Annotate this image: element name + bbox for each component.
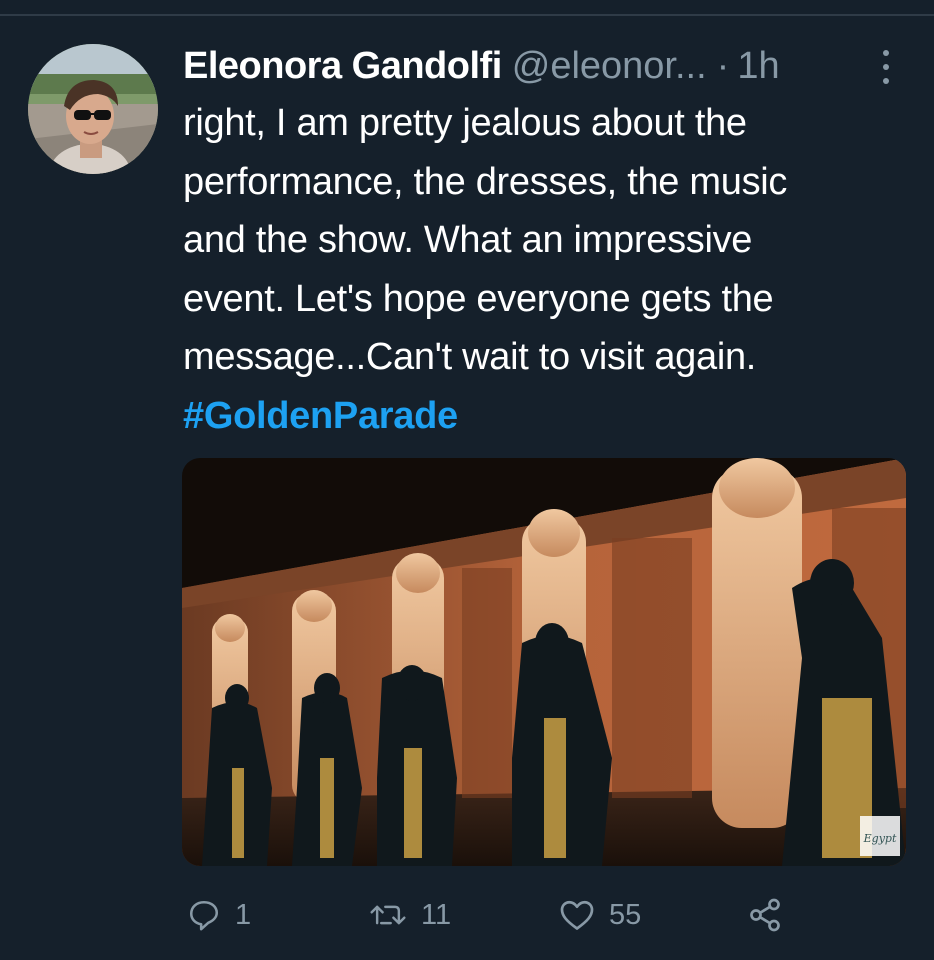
retweet-icon xyxy=(370,905,406,925)
tweet-text-line: right, I am pretty jealous about the xyxy=(183,102,747,144)
tweet-text-line: event. Let's hope everyone gets the xyxy=(183,277,774,320)
tweet[interactable]: Eleonora Gandolfi @eleonor... · 1h right… xyxy=(0,0,934,960)
tweet-text-line: performance, the dresses, the music xyxy=(183,160,788,203)
watermark-text: Egypt xyxy=(863,832,897,845)
retweet-count: 11 xyxy=(421,898,452,931)
reply-icon xyxy=(189,900,219,931)
tweet-text-line: message...Can't wait to visit again. xyxy=(183,336,757,378)
tweet-text-line: and the show. What an impressive xyxy=(183,219,753,261)
display-name[interactable]: Eleonora Gandolfi xyxy=(183,40,502,92)
heart-icon xyxy=(560,900,594,930)
share-icon xyxy=(750,898,780,932)
top-divider xyxy=(0,14,934,16)
user-handle[interactable]: @eleonor... xyxy=(512,40,707,92)
like-button[interactable]: 55 xyxy=(559,890,641,940)
avatar[interactable] xyxy=(28,44,158,174)
tweet-header: Eleonora Gandolfi @eleonor... · 1h xyxy=(183,40,903,92)
separator: · xyxy=(716,45,730,87)
tweet-actions: 1 11 55 xyxy=(183,890,903,940)
tweet-media[interactable]: Egypt xyxy=(182,458,906,866)
retweet-button[interactable]: 11 xyxy=(369,890,451,940)
more-vertical-icon[interactable] xyxy=(876,50,896,84)
share-button[interactable] xyxy=(747,890,797,940)
reply-button[interactable]: 1 xyxy=(187,890,251,940)
timestamp[interactable]: 1h xyxy=(737,40,779,92)
reply-count: 1 xyxy=(235,898,252,931)
temple-performance-photo: Egypt xyxy=(182,458,906,866)
tweet-text: right, I am pretty jealous about the per… xyxy=(183,94,918,445)
like-count: 55 xyxy=(609,898,642,931)
hashtag-link[interactable]: #GoldenParade xyxy=(183,387,918,446)
